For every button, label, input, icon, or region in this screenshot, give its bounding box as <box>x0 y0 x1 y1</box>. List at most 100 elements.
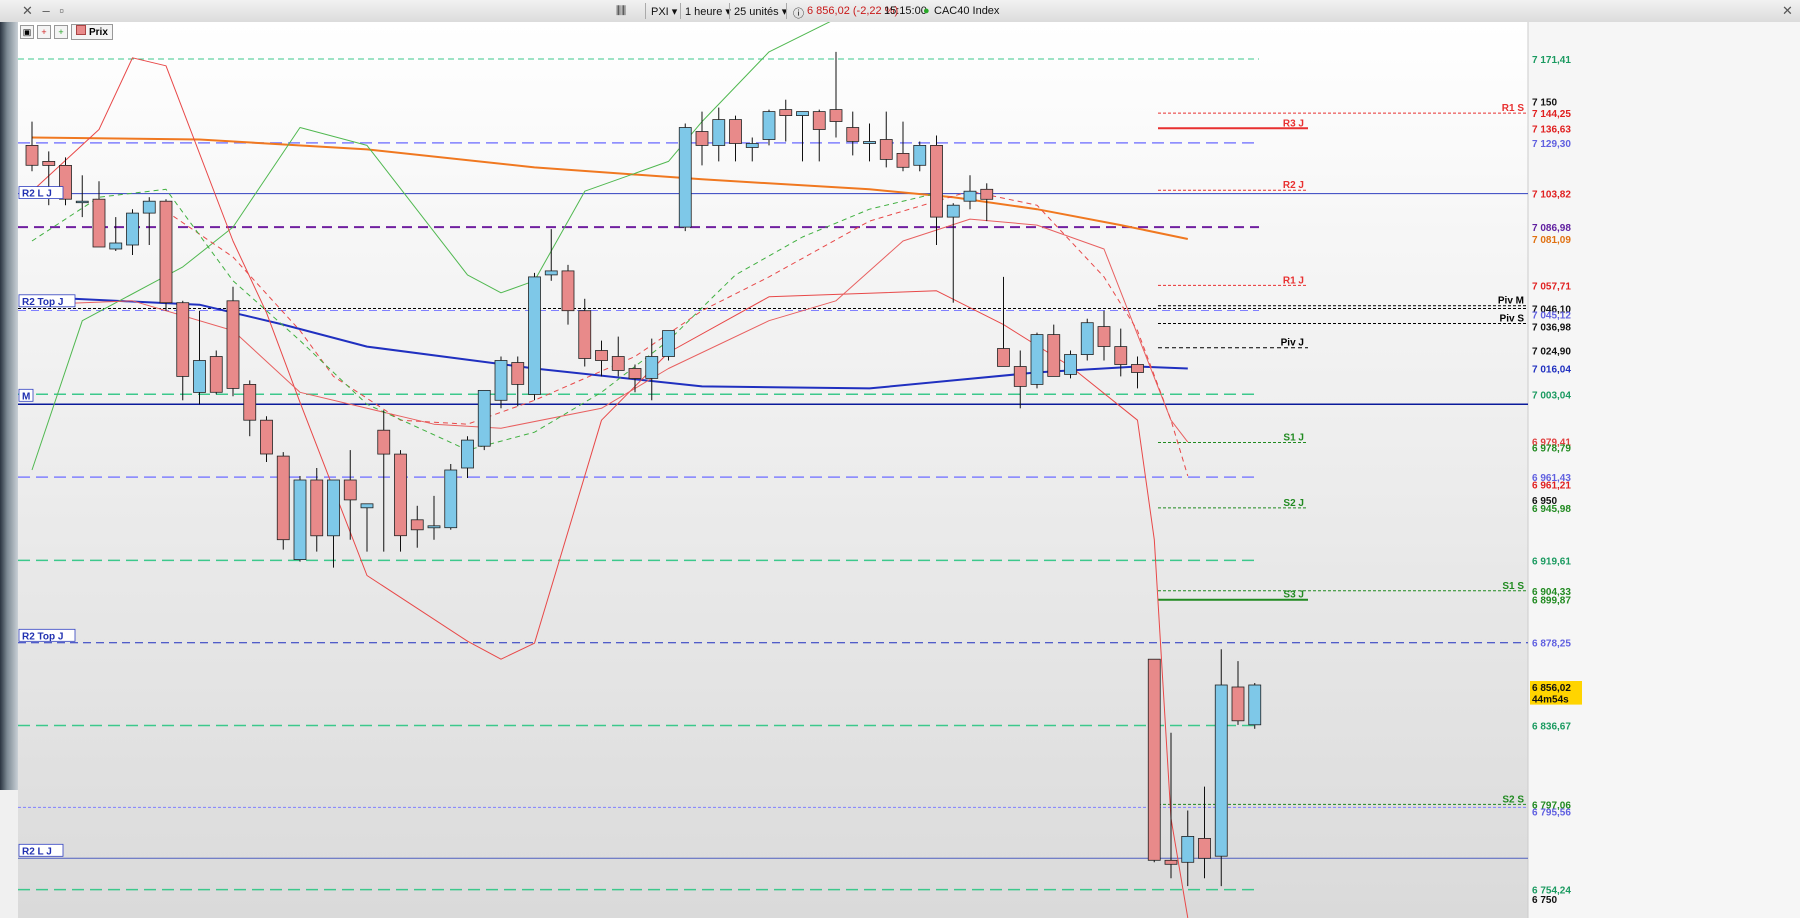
prix-label: Prix <box>89 27 108 38</box>
add-green-icon[interactable]: + <box>54 25 68 39</box>
candle-body-62 <box>1064 354 1077 375</box>
candle-body-18 <box>327 479 340 537</box>
info-icon[interactable]: ⓘ <box>793 5 804 21</box>
candle-8 <box>159 199 173 311</box>
candle-body-10 <box>193 360 206 393</box>
pivot-label-6: Piv J <box>1281 338 1304 349</box>
candle-body-24 <box>427 525 441 529</box>
axis-label-11: 7 036,98 <box>1532 323 1571 334</box>
prix-button[interactable]: Prix <box>71 24 113 40</box>
axis-label-26: 44m54s <box>1532 695 1569 706</box>
candle-body-59 <box>1013 366 1027 387</box>
timeframe-select[interactable]: 1 heure ▾ <box>685 5 731 18</box>
close-panel-icon[interactable]: ✕ <box>1782 3 1793 19</box>
candle-body-34 <box>595 350 608 361</box>
axis-label-6: 7 086,98 <box>1532 223 1571 234</box>
candle-body-9 <box>176 302 190 377</box>
candle-body-29 <box>511 362 525 385</box>
layers-icon[interactable]: ▣ <box>20 25 34 39</box>
candle-body-53 <box>913 145 927 166</box>
price-chart[interactable]: R1 S R3 J R2 J R1 J Piv M Piv S Piv J S1 J S2 J S… <box>18 22 1800 918</box>
candle-body-38 <box>662 330 675 357</box>
candle-62 <box>1064 350 1077 379</box>
left-strip-bottom <box>0 790 18 918</box>
candle-body-8 <box>159 200 173 304</box>
timeframe-value: 1 heure <box>685 6 723 18</box>
pivot-label-0: R1 S <box>1502 103 1525 114</box>
status-dot-icon: ● <box>923 5 930 17</box>
pivot-label-11: S2 S <box>1502 794 1524 805</box>
axis-label-12: 7 024,90 <box>1532 347 1571 358</box>
chart-type-icon[interactable]: ⫼⫼ <box>616 5 626 18</box>
candle-27 <box>477 389 491 451</box>
candle-body-21 <box>377 429 391 455</box>
candle-body-4 <box>92 198 106 248</box>
left-background-strip <box>0 22 18 918</box>
candle-body-69 <box>1181 836 1195 863</box>
candle-body-33 <box>578 310 592 359</box>
candle-body-42 <box>729 119 742 144</box>
candle-body-46 <box>796 111 809 116</box>
axis-label-14: 7 003,04 <box>1532 390 1571 401</box>
candle-73 <box>1248 683 1262 729</box>
axis-label-23: 6 899,87 <box>1532 596 1571 607</box>
candle-body-20 <box>360 503 374 509</box>
candle-body-36 <box>628 368 642 379</box>
candle-71 <box>1214 649 1228 887</box>
top-toolbar: ✕ ‒ ▫ ⫼⫼ PXI ▾ 1 heure ▾ 25 unités ▾ ⓘ 6… <box>0 0 1800 23</box>
index-name: CAC40 Index <box>934 5 1000 17</box>
candle-body-72 <box>1231 686 1245 722</box>
candle-body-6 <box>126 212 139 246</box>
candle-body-7 <box>142 200 156 214</box>
candle-body-64 <box>1097 326 1111 347</box>
candle-16 <box>293 476 307 562</box>
candle-body-49 <box>846 127 860 142</box>
symbol-select[interactable]: PXI ▾ <box>651 5 677 18</box>
candle-body-43 <box>745 143 759 148</box>
candle-63 <box>1080 318 1094 361</box>
axis-label-13: 7 016,04 <box>1532 364 1571 375</box>
add-red-icon[interactable]: + <box>37 25 51 39</box>
candle-body-71 <box>1214 684 1228 857</box>
candle-body-19 <box>343 479 357 501</box>
candle-body-50 <box>863 141 876 144</box>
pivot-label-1: R3 J <box>1283 118 1304 129</box>
pivot-label-5: Piv S <box>1500 314 1525 325</box>
candle-body-55 <box>946 204 960 218</box>
axis-label-2: 7 144,25 <box>1532 109 1571 120</box>
candle-body-22 <box>394 453 407 537</box>
axis-label-5: 7 103,82 <box>1532 190 1571 201</box>
candle-38 <box>662 330 675 361</box>
candle-body-27 <box>477 389 491 447</box>
axis-label-21: 6 919,61 <box>1532 556 1571 567</box>
candle-body-61 <box>1047 334 1061 377</box>
candle-39 <box>678 123 692 232</box>
axis-label-16: 6 978,79 <box>1532 444 1571 455</box>
candle-body-48 <box>829 109 843 122</box>
candle-body-60 <box>1030 334 1044 385</box>
candle-15 <box>276 452 290 550</box>
candle-body-65 <box>1114 346 1128 365</box>
pivot-label-4: Piv M <box>1498 296 1524 307</box>
axis-label-7: 7 081,09 <box>1532 235 1571 246</box>
pivot-label-7: S1 J <box>1283 433 1304 444</box>
units-select[interactable]: 25 unités ▾ <box>734 5 787 18</box>
candle-body-51 <box>879 139 893 160</box>
left-label-4: R2 L J <box>22 846 52 857</box>
candle-body-40 <box>695 131 709 146</box>
left-label-3: R2 Top J <box>22 631 63 642</box>
candle-body-14 <box>260 419 273 455</box>
axis-label-8: 7 057,71 <box>1532 281 1571 292</box>
axis-label-3: 7 136,63 <box>1532 124 1571 135</box>
pivot-label-8: S2 J <box>1283 498 1304 509</box>
axis-label-31: 6 750 <box>1532 895 1557 906</box>
window-controls-icon[interactable]: ✕ ‒ ▫ <box>22 3 67 19</box>
candle-body-0 <box>25 145 39 166</box>
candle-body-31 <box>544 270 558 276</box>
candle-body-37 <box>645 356 659 379</box>
candle-60 <box>1030 332 1044 389</box>
candle-body-45 <box>779 109 793 116</box>
axis-label-18: 6 961,21 <box>1532 481 1571 492</box>
pivot-label-2: R2 J <box>1283 180 1304 191</box>
chart-tool-row: ▣ + + Prix <box>20 24 113 40</box>
